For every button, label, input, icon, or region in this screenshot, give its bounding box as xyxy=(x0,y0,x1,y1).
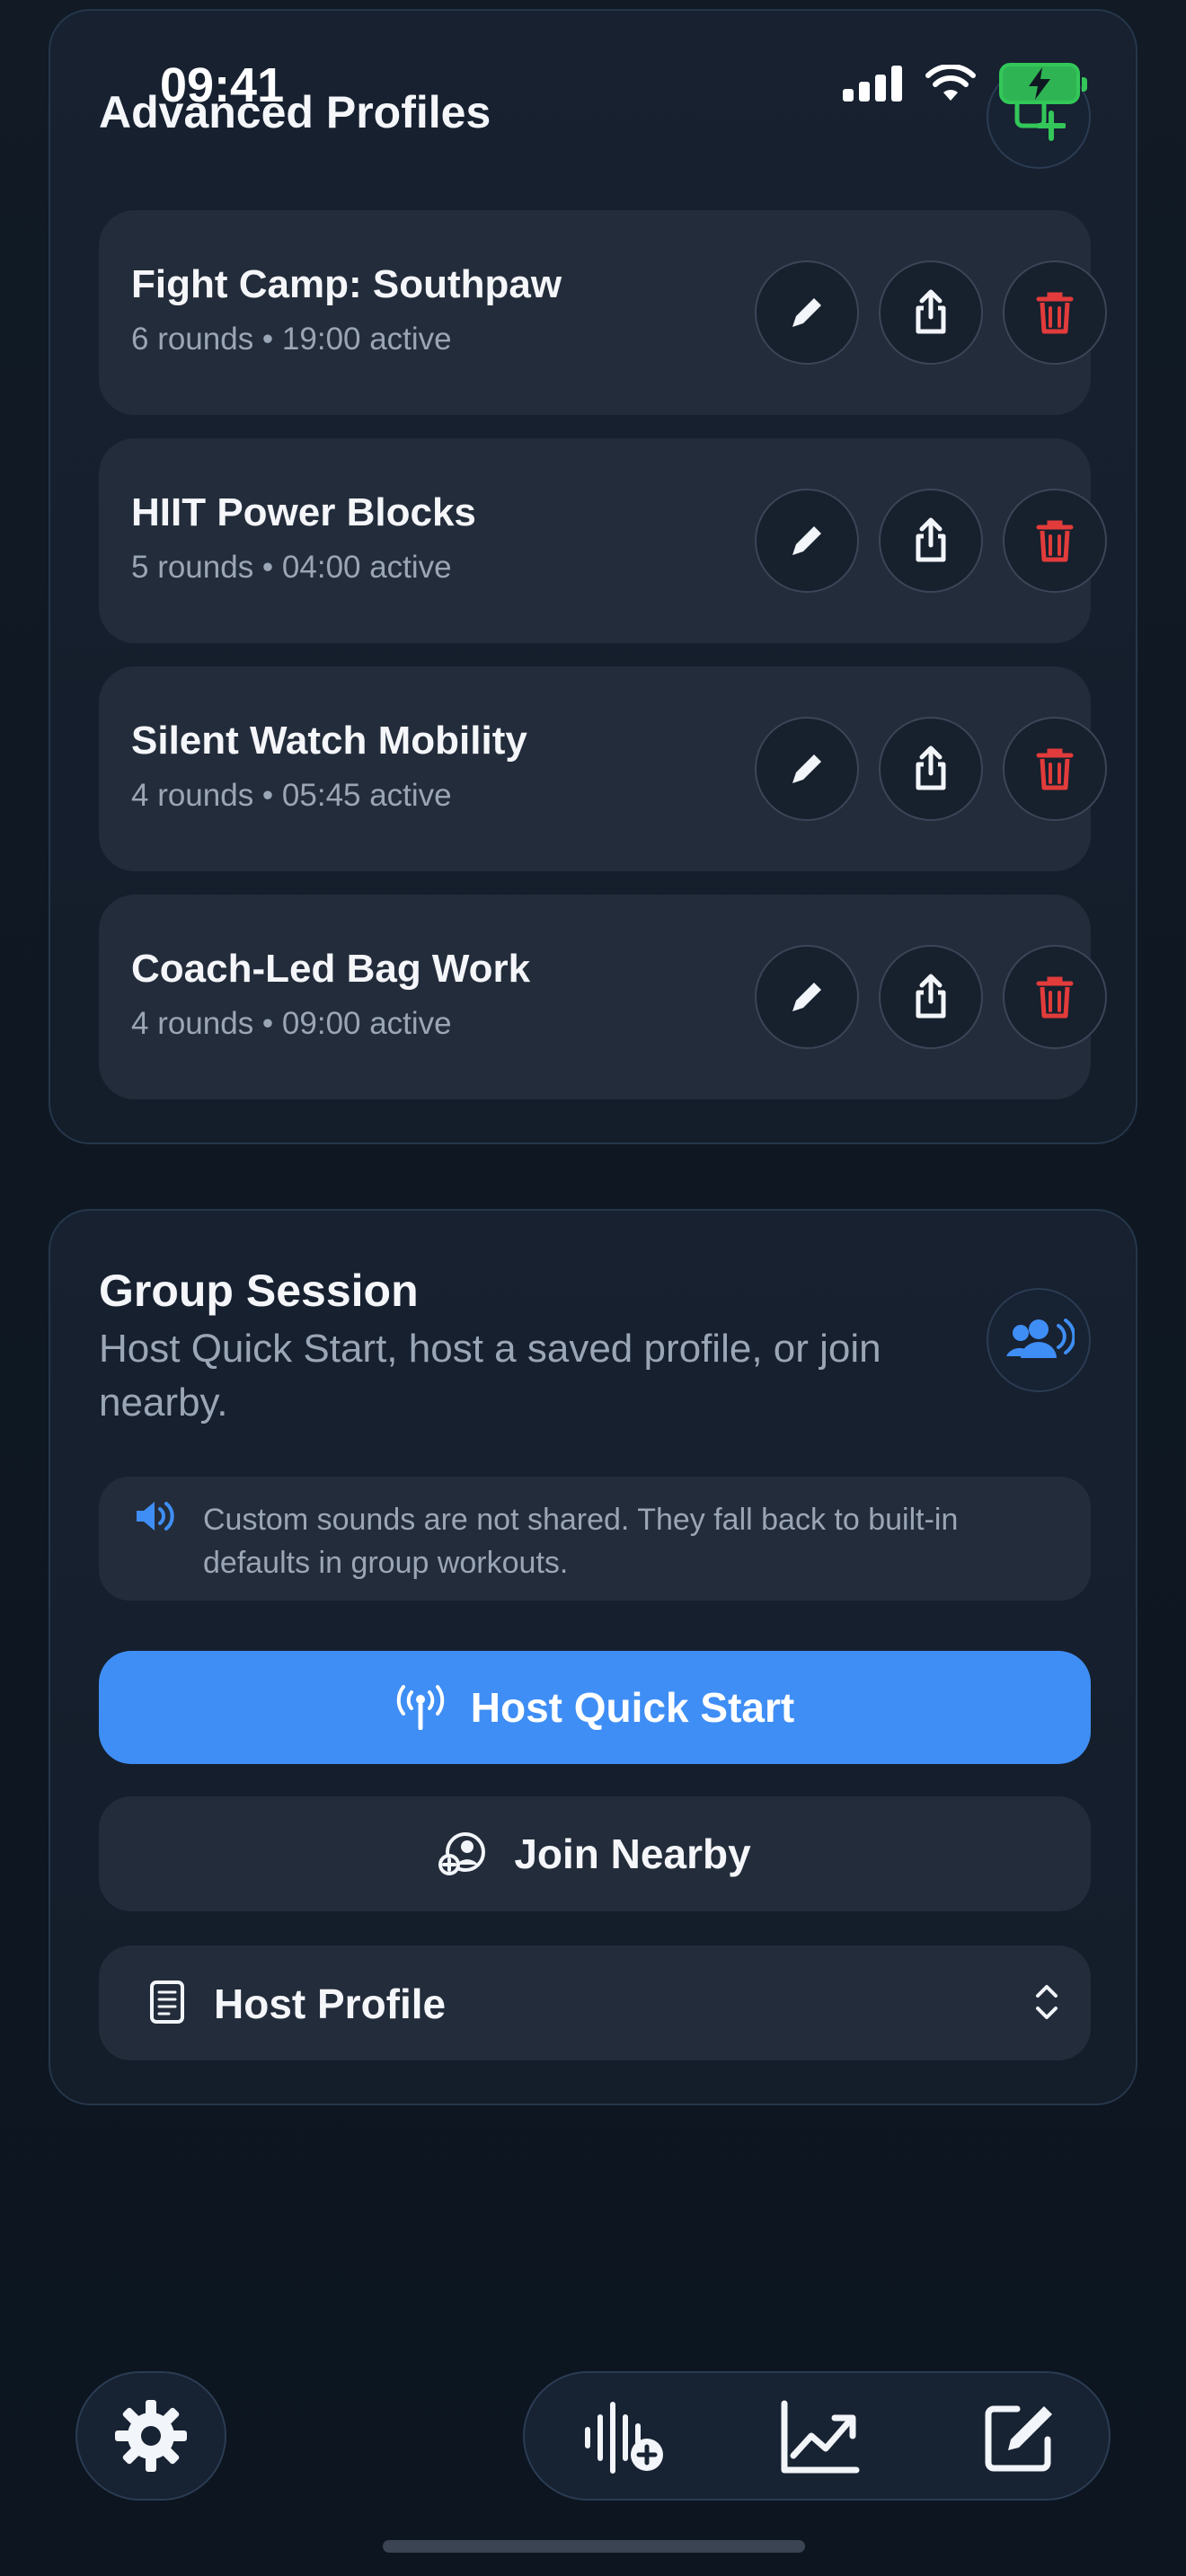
chevron-up-down-icon xyxy=(1036,1985,1058,2019)
share-profile-button[interactable] xyxy=(879,717,983,821)
pencil-icon xyxy=(792,754,821,783)
edit-profile-button[interactable] xyxy=(755,489,859,593)
group-session-subtitle: Host Quick Start, host a saved profile, … xyxy=(99,1327,881,1425)
gear-icon xyxy=(115,2400,187,2472)
tab-stats[interactable] xyxy=(774,2393,864,2483)
status-time: 09:41 xyxy=(160,58,285,112)
battery-charging-icon xyxy=(999,63,1087,104)
custom-sounds-notice: Custom sounds are not shared. They fall … xyxy=(99,1477,1091,1601)
tab-sounds[interactable] xyxy=(580,2393,670,2483)
profile-row[interactable]: HIIT Power Blocks 5 rounds • 04:00 activ… xyxy=(99,438,1107,643)
pencil-icon xyxy=(792,983,821,1011)
share-profile-button[interactable] xyxy=(879,945,983,1049)
profile-row[interactable]: Coach-Led Bag Work 4 rounds • 09:00 acti… xyxy=(99,895,1107,1099)
profile-meta: 4 rounds • 05:45 active xyxy=(131,778,452,813)
pencil-icon xyxy=(792,526,821,555)
profile-name: Silent Watch Mobility xyxy=(131,719,527,763)
trash-icon xyxy=(1036,292,1074,334)
group-session-title: Group Session xyxy=(99,1266,419,1316)
delete-profile-button[interactable] xyxy=(1003,260,1107,365)
edit-profile-button[interactable] xyxy=(755,260,859,365)
share-icon xyxy=(916,289,946,334)
delete-profile-button[interactable] xyxy=(1003,717,1107,821)
profile-row[interactable]: Fight Camp: Southpaw 6 rounds • 19:00 ac… xyxy=(99,210,1107,415)
profile-meta: 5 rounds • 04:00 active xyxy=(131,550,452,585)
delete-profile-button[interactable] xyxy=(1003,945,1107,1049)
host-profile-label: Host Profile xyxy=(214,1981,447,2027)
join-nearby-label: Join Nearby xyxy=(514,1831,751,1877)
waveform-add-icon xyxy=(585,2402,663,2474)
pencil-icon xyxy=(792,298,821,327)
notice-text: Custom sounds are not shared. They fall … xyxy=(203,1503,959,1580)
share-icon xyxy=(916,974,946,1019)
status-bar: 09:41 xyxy=(0,50,1186,122)
group-session-card: Group Session Host Quick Start, host a s… xyxy=(49,1209,1137,2105)
trash-icon xyxy=(1036,520,1074,562)
status-icons xyxy=(843,63,1087,104)
chart-trend-icon xyxy=(781,2400,860,2474)
group-info-button[interactable] xyxy=(987,1288,1091,1392)
share-icon xyxy=(916,517,946,562)
cellular-signal-icon xyxy=(843,66,902,101)
bottom-tab-bar xyxy=(523,2371,1111,2501)
speaker-icon xyxy=(137,1502,174,1531)
join-person-icon xyxy=(438,1832,486,1875)
host-quick-start-button[interactable]: Host Quick Start xyxy=(99,1651,1091,1764)
host-quick-start-label: Host Quick Start xyxy=(470,1684,795,1731)
profile-name: Fight Camp: Southpaw xyxy=(131,262,562,306)
home-indicator xyxy=(383,2540,805,2553)
antenna-icon xyxy=(396,1685,445,1730)
profile-name: Coach-Led Bag Work xyxy=(131,947,531,991)
share-icon xyxy=(916,745,946,790)
settings-button[interactable] xyxy=(75,2371,226,2501)
share-profile-button[interactable] xyxy=(879,489,983,593)
profile-name: HIIT Power Blocks xyxy=(131,490,476,534)
trash-icon xyxy=(1036,748,1074,790)
profile-meta: 4 rounds • 09:00 active xyxy=(131,1006,452,1041)
group-broadcast-icon xyxy=(1006,1319,1075,1358)
host-profile-select[interactable]: Host Profile xyxy=(99,1945,1091,2060)
join-nearby-button[interactable]: Join Nearby xyxy=(99,1796,1091,1911)
edit-profile-button[interactable] xyxy=(755,717,859,821)
wifi-icon xyxy=(925,65,976,101)
advanced-profiles-card: Advanced Profiles Fight Camp: Southpaw 6… xyxy=(49,9,1137,1144)
compose-icon xyxy=(985,2405,1052,2472)
share-profile-button[interactable] xyxy=(879,260,983,365)
profile-row[interactable]: Silent Watch Mobility 4 rounds • 05:45 a… xyxy=(99,666,1107,871)
delete-profile-button[interactable] xyxy=(1003,489,1107,593)
profile-meta: 6 rounds • 19:00 active xyxy=(131,322,452,357)
document-icon xyxy=(150,1981,184,2024)
trash-icon xyxy=(1036,976,1074,1019)
tab-compose[interactable] xyxy=(974,2393,1064,2483)
edit-profile-button[interactable] xyxy=(755,945,859,1049)
